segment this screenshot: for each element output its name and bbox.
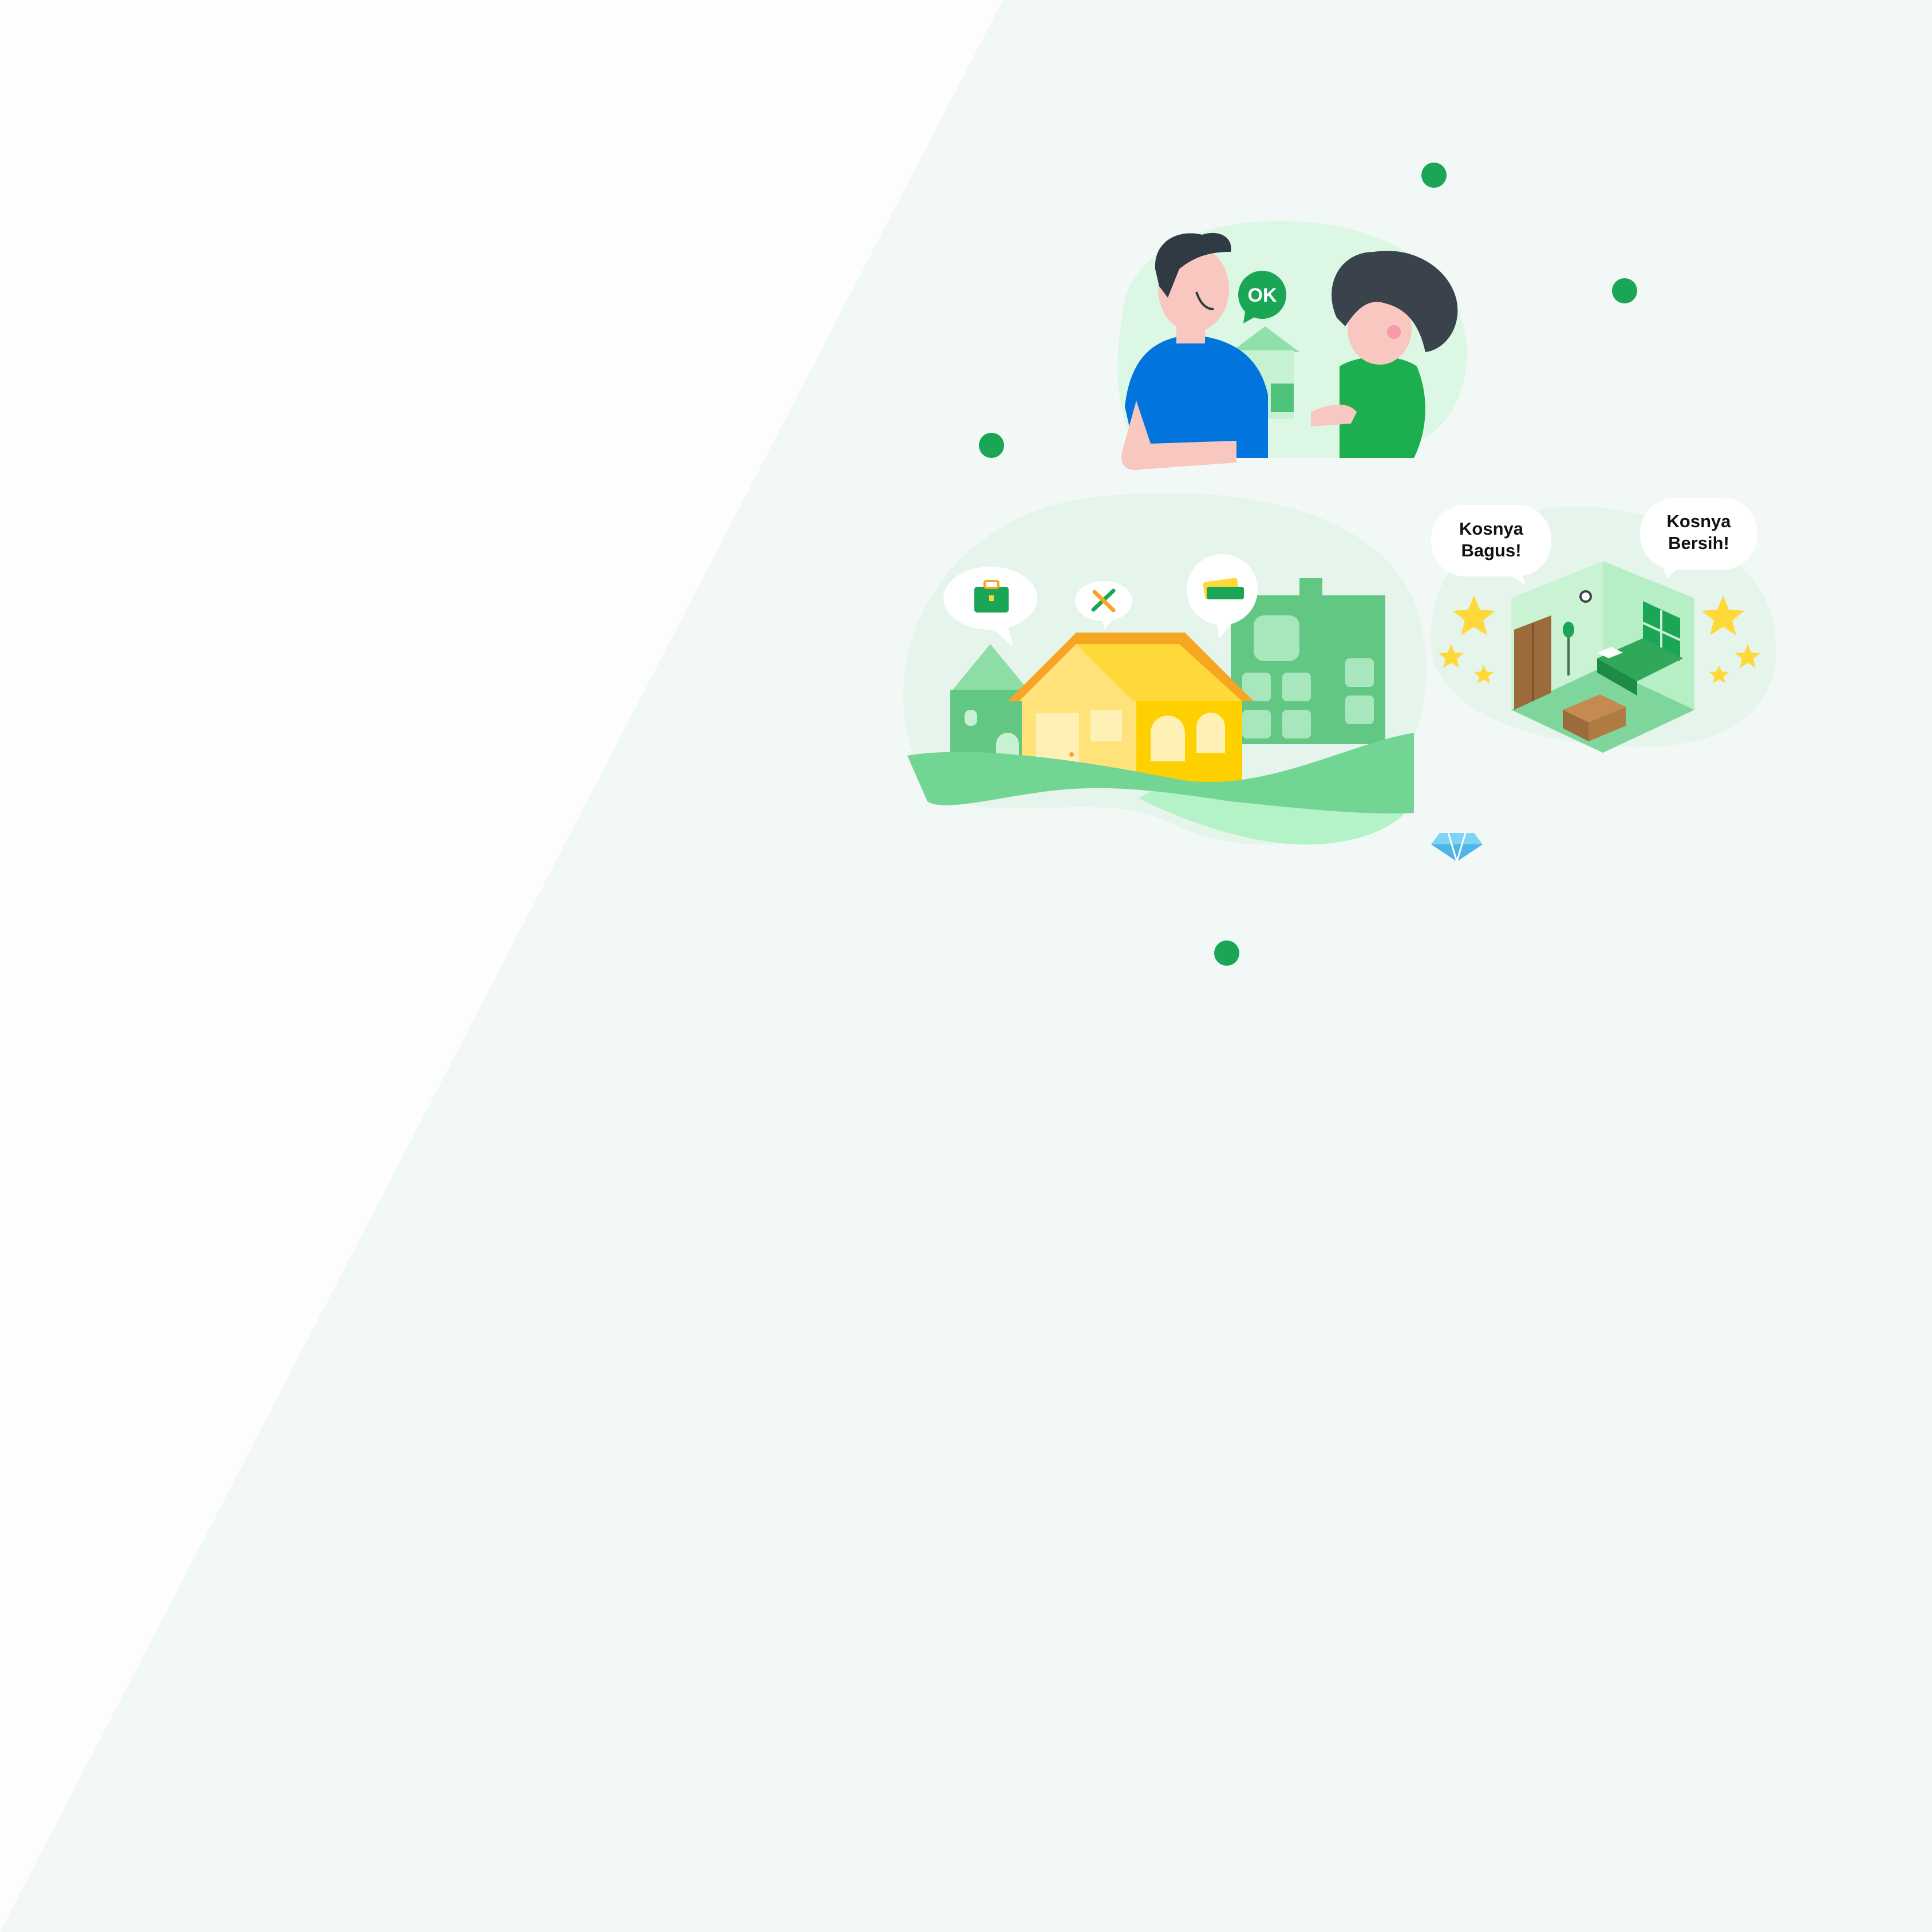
review-text-line: Kosnya [1666, 511, 1731, 531]
decor-dot [1214, 941, 1239, 966]
review-text-bagus: Kosnya Bagus! [1431, 518, 1551, 562]
review-text-line: Kosnya [1459, 519, 1523, 539]
review-text-bersih: Kosnya Bersih! [1640, 511, 1757, 554]
review-text-line: Bersih! [1668, 533, 1729, 553]
decor-dot [979, 433, 1004, 458]
decor-dot [1612, 278, 1637, 303]
illustration-canvas: OK [0, 0, 1932, 1932]
couple-scene: OK [1117, 220, 1467, 471]
decor-dot [1421, 163, 1447, 188]
ok-badge-label: OK [1248, 285, 1277, 306]
review-text-line: Bagus! [1461, 540, 1522, 560]
neighborhood-scene [903, 492, 1427, 845]
